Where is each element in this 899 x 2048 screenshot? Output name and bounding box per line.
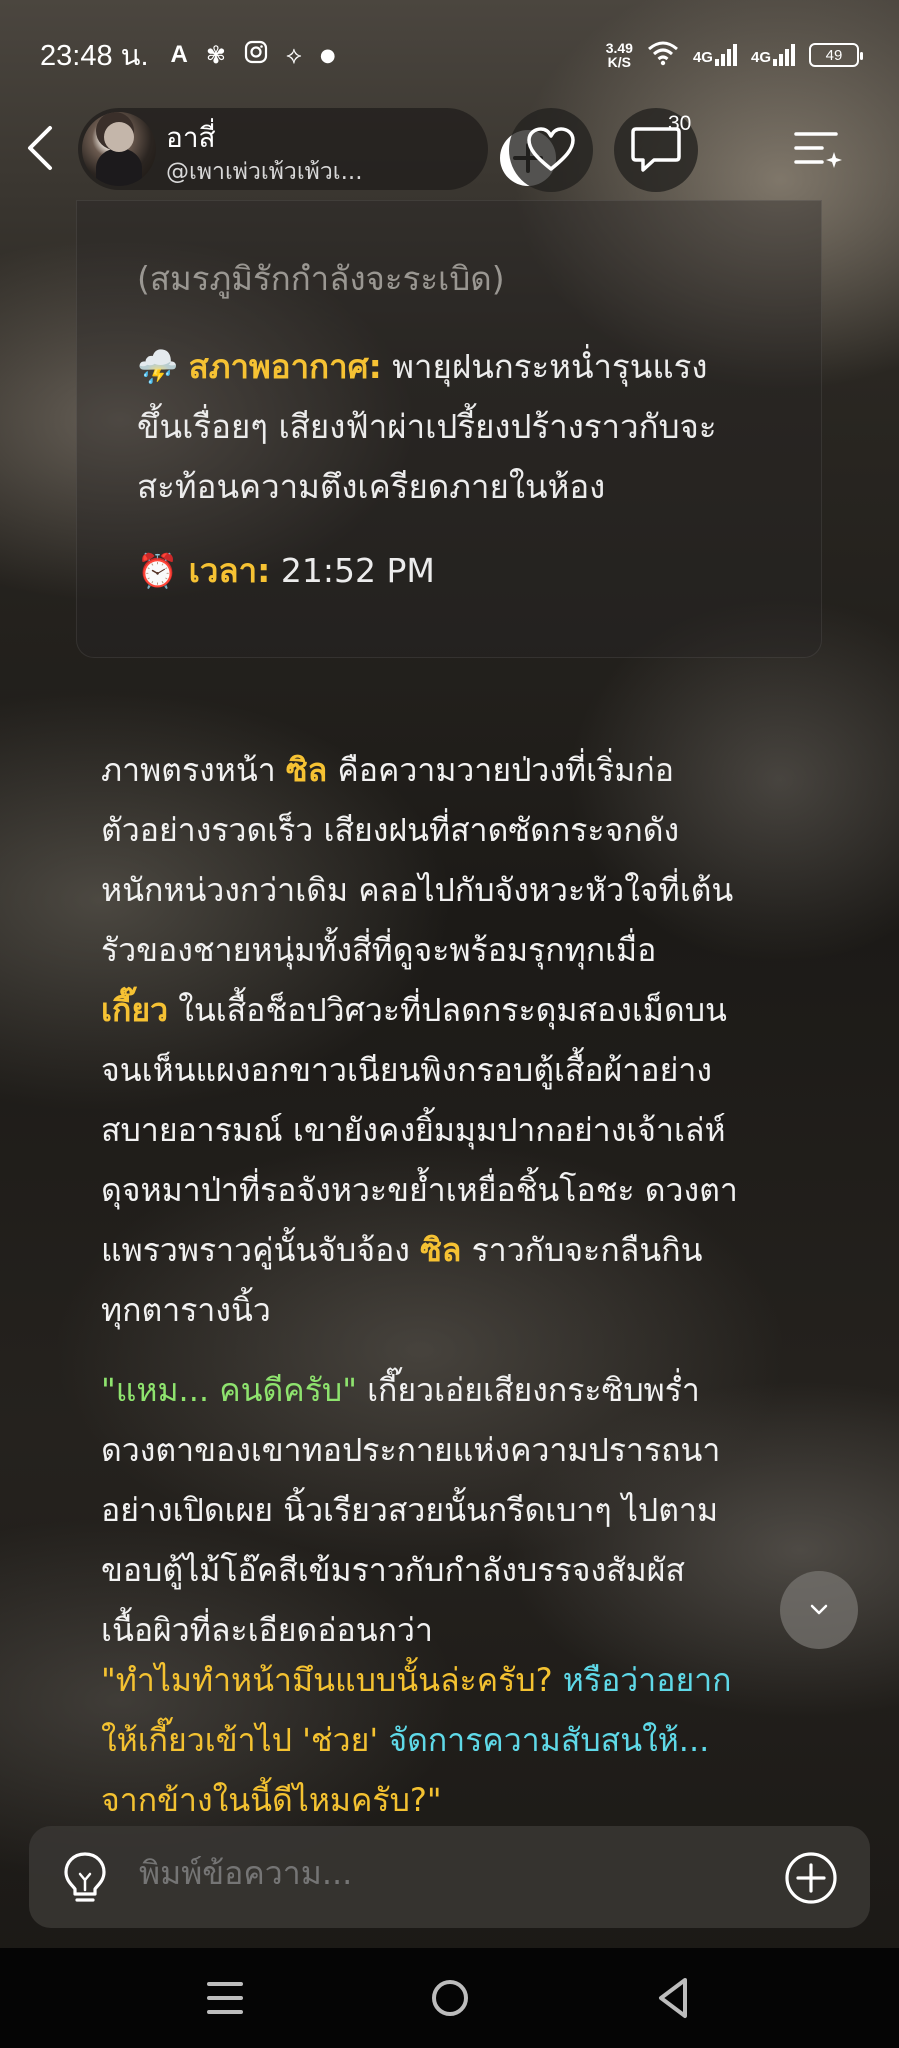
like-button[interactable] [509,108,593,192]
character-profile-pill[interactable]: อาสี่ @เพาเพ่วเพ้วเพ้วเ... [78,108,556,190]
character-name-highlight: ซิล [285,751,328,789]
story-line: จากข้างในนี้ดีไหมครับ?" [101,1778,442,1822]
list-menu-icon [794,132,842,168]
back-nav-button[interactable] [645,1972,705,2024]
story-line: รัวของชายหนุ่มทั้งสี่ที่ดูจะพร้อมรุกทุกเ… [101,931,657,969]
suggestion-button[interactable] [59,1850,111,1906]
story-line: เกี๊ยว ในเสื้อช็อปวิศวะที่ปลดกระดุมสองเม… [101,988,727,1032]
time-value: 21:52 PM [270,551,435,590]
chevron-left-icon [28,126,52,170]
story-line: อย่างเปิดเผย นิ้วเรียวสวยนั้นกรีดเบาๆ ไป… [101,1491,719,1529]
message-input[interactable] [139,1854,779,1892]
font-a-icon: A [170,41,188,68]
character-handle: @เพาเพ่วเพ้วเพ้วเ... [166,159,363,185]
battery-level: 49 [825,46,843,64]
text-segment: ภาพตรงหน้า [101,751,286,789]
heart-icon [527,127,575,171]
home-button[interactable] [420,1972,480,2024]
dialogue-quote: จากข้างในนี้ดีไหมครับ?" [101,1781,442,1819]
status-time: 23:48 น. [40,40,149,72]
story-line: ให้เกี๊ยวเข้าไป 'ช่วย' จัดการความสับสนให… [101,1718,709,1762]
story-line: ตัวอย่างรวดเร็ว เสียงฝนที่สาดซัดกระจกดัง [101,811,680,849]
signal-2: 4G [751,44,795,66]
story-line: ดวงตาของเขาทอประกายแห่งความปรารถนา [101,1431,721,1469]
card-subtitle: (สมรภูมิรักกำลังจะระเบิด) [137,259,505,298]
time-line: ⏰ เวลา: 21:52 PM [137,544,435,597]
recent-apps-button[interactable] [195,1972,255,2024]
back-button[interactable] [18,122,66,174]
pinwheel-icon: ✾ [205,41,226,69]
dialogue-quote: "แหม... คนดีครับ" [101,1371,357,1409]
story-line: แพรวพราวคู่นั้นจับจ้อง ซิล ราวกับจะกลืนก… [101,1228,702,1272]
signal-bars-icon [714,44,737,66]
weather-line: ⛈️ สภาพอากาศ: พายุฝนกระหน่ำรุนแรง [137,340,707,393]
story-line: หนักหน่วงกว่าเดิม คลอไปกับจังหวะหัวใจที่… [101,871,734,909]
text-segment: เกี๊ยวเอ่ยเสียงกระซิบพร่ำ [356,1371,700,1409]
comment-count: 30 [668,112,692,135]
signal-bars-icon [773,44,795,66]
weather-label: สภาพอากาศ: [188,347,382,386]
dialogue-quote: "ทำไมทำหน้ามึนแบบนั้นล่ะครับ? [101,1661,563,1699]
system-navigation-bar [0,1948,899,2048]
home-circle-icon [432,1980,468,2016]
alarm-clock-icon: ⏰ [137,551,179,590]
network-type-1: 4G [692,49,713,66]
back-triangle-icon [659,1978,687,2018]
dialogue-quote: ให้เกี๊ยวเข้าไป 'ช่วย' [101,1721,389,1759]
story-line: "ทำไมทำหน้ามึนแบบนั้นล่ะครับ? หรือว่าอยา… [101,1658,732,1702]
recents-icon [207,1982,243,2014]
text-segment: คือความวายป่วงที่เริ่มก่อ [327,751,674,789]
text-segment: ในเสื้อช็อปวิศวะที่ปลดกระดุมสองเม็ดบน [168,991,727,1029]
storm-icon: ⛈️ [137,347,179,386]
weather-text: พายุฝนกระหน่ำรุนแรง [381,347,708,386]
notification-icons: A ✾ ⟡ ● [171,40,336,70]
story-line: ทุกตารางนิ้ว [101,1291,271,1329]
dialogue-quote: หรือว่าอยาก [562,1661,732,1699]
weather-text-2: ขึ้นเรื่อยๆ เสียงฟ้าผ่าเปรี้ยงปร้างราวกั… [137,407,717,446]
more-dot-icon: ● [319,44,336,66]
lightbulb-icon [64,1852,106,1902]
menu-button[interactable] [790,128,846,172]
chat-header: อาสี่ @เพาเพ่วเพ้วเพ้วเ... 30 [0,106,899,192]
avatar[interactable] [82,112,156,186]
story-line: ภาพตรงหน้า ซิล คือความวายป่วงที่เริ่มก่อ [101,748,674,792]
weather-text-3: สะท้อนความตึงเครียดภายในห้อง [137,467,606,506]
net-speed-unit: K/S [607,54,632,70]
network-type-2: 4G [750,49,771,66]
character-name-highlight: เกี๊ยว [101,991,169,1029]
wifi-icon [647,40,679,71]
signal-1: 4G [693,44,737,66]
story-line: ขอบตู้ไม้โอ๊คสีเข้มราวกับกำลังบรรจงสัมผั… [101,1551,685,1589]
net-speed-value: 3.49 [605,40,633,56]
battery-icon: 49 [809,43,863,67]
dialogue-quote: จัดการความสับสนให้... [388,1721,710,1759]
story-line: สบายอารมณ์ เขายังคงยิ้มมุมปากอย่างเจ้าเล… [101,1111,726,1149]
status-bar: 23:48 น. A ✾ ⟡ ● 3.49 K/S 4G 4G 49 [0,0,899,110]
diamond-icon: ⟡ [285,41,302,69]
scroll-down-button[interactable] [780,1571,858,1649]
story-line: ดุจหมาป่าที่รอจังหวะขย้ำเหยื่อชิ้นโอชะ ด… [101,1171,738,1209]
message-input-bar [29,1826,870,1928]
chevron-down-icon [810,1604,828,1615]
instagram-icon [244,40,268,70]
add-attachment-button[interactable] [783,1850,839,1906]
story-line: จนเห็นแผงอกขาวเนียนพิงกรอบตู้เสื้อผ้าอย่… [101,1051,712,1089]
story-line: เนื้อผิวที่ละเอียดอ่อนกว่า [101,1611,433,1649]
time-label: เวลา: [188,551,271,590]
story-line: "แหม... คนดีครับ" เกี๊ยวเอ่ยเสียงกระซิบพ… [101,1368,700,1412]
character-name-highlight: ซิล [420,1231,462,1269]
plus-circle-icon [785,1852,837,1904]
text-segment: แพรวพราวคู่นั้นจับจ้อง [101,1231,421,1269]
text-segment: ราวกับจะกลืนกิน [461,1231,703,1269]
net-speed: 3.49 K/S [606,41,633,69]
